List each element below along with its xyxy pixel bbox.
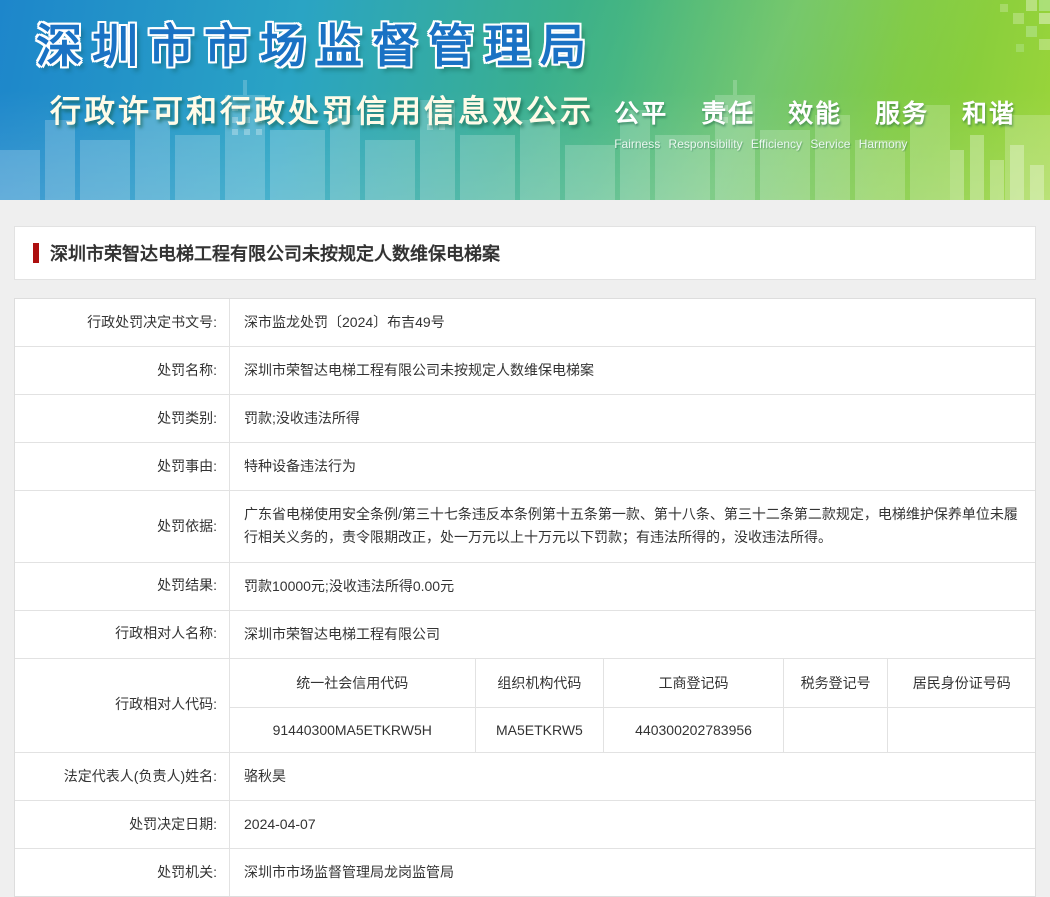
row-value: 骆秋昊 (230, 753, 1035, 800)
table-row: 行政处罚决定书文号: 深市监龙处罚〔2024〕布吉49号 (15, 299, 1035, 347)
subtable-value-cell: 440300202783956 (604, 708, 784, 752)
row-label: 处罚名称: (15, 347, 230, 394)
table-row: 处罚依据: 广东省电梯使用安全条例/第三十七条违反本条例第十五条第一款、第十八条… (15, 491, 1035, 562)
table-row: 行政相对人名称: 深圳市荣智达电梯工程有限公司 (15, 611, 1035, 659)
red-accent-bar (33, 243, 39, 263)
subtable-value-cell (784, 708, 889, 752)
row-label: 行政处罚决定书文号: (15, 299, 230, 346)
row-label: 处罚类别: (15, 395, 230, 442)
row-label: 处罚决定日期: (15, 801, 230, 848)
row-label: 法定代表人(负责人)姓名: (15, 753, 230, 800)
row-label: 处罚依据: (15, 491, 230, 561)
subtable-value-row: 91440300MA5ETKRW5H MA5ETKRW5 44030020278… (230, 708, 1035, 752)
row-value: 深圳市市场监督管理局龙岗监管局 (230, 849, 1035, 896)
row-label: 行政相对人代码: (15, 659, 230, 752)
penalty-info-table: 行政处罚决定书文号: 深市监龙处罚〔2024〕布吉49号 处罚名称: 深圳市荣智… (14, 298, 1036, 897)
row-value: 深圳市荣智达电梯工程有限公司 (230, 611, 1035, 658)
row-value: 罚款;没收违法所得 (230, 395, 1035, 442)
entity-code-subtable: 统一社会信用代码 组织机构代码 工商登记码 税务登记号 居民身份证号码 9144… (230, 659, 1035, 752)
agency-title: 深圳市市场监督管理局 (36, 10, 596, 76)
row-value: 2024-04-07 (230, 801, 1035, 848)
case-title-bar: 深圳市荣智达电梯工程有限公司未按规定人数维保电梯案 (14, 226, 1036, 280)
table-row: 处罚事由: 特种设备违法行为 (15, 443, 1035, 491)
subtable-value-cell: MA5ETKRW5 (476, 708, 605, 752)
banner-subtitle: 行政许可和行政处罚信用信息双公示 (50, 86, 594, 131)
row-label: 处罚结果: (15, 563, 230, 610)
row-value: 深市监龙处罚〔2024〕布吉49号 (230, 299, 1035, 346)
slogan-chinese: 公平 责任 效能 服务 和谐 (614, 94, 1016, 130)
subtable-value-cell: 91440300MA5ETKRW5H (230, 708, 476, 752)
row-label: 行政相对人名称: (15, 611, 230, 658)
subtable-header-cell: 工商登记码 (604, 659, 784, 707)
pixel-squares-decoration (930, 0, 1050, 70)
case-title: 深圳市荣智达电梯工程有限公司未按规定人数维保电梯案 (50, 240, 500, 266)
row-value: 特种设备违法行为 (230, 443, 1035, 490)
row-value: 罚款10000元;没收违法所得0.00元 (230, 563, 1035, 610)
slogan-english: Fairness Responsibility Efficiency Servi… (614, 137, 1016, 151)
slogan-block: 公平 责任 效能 服务 和谐 Fairness Responsibility E… (614, 94, 1016, 151)
subtable-header-cell: 税务登记号 (784, 659, 889, 707)
subtable-header-cell: 统一社会信用代码 (230, 659, 476, 707)
row-value: 广东省电梯使用安全条例/第三十七条违反本条例第十五条第一款、第十八条、第三十二条… (230, 491, 1035, 561)
subtable-header-row: 统一社会信用代码 组织机构代码 工商登记码 税务登记号 居民身份证号码 (230, 659, 1035, 708)
table-row: 处罚机关: 深圳市市场监督管理局龙岗监管局 (15, 849, 1035, 896)
table-row-entity-codes: 行政相对人代码: 统一社会信用代码 组织机构代码 工商登记码 税务登记号 居民身… (15, 659, 1035, 753)
table-row: 法定代表人(负责人)姓名: 骆秋昊 (15, 753, 1035, 801)
subtable-header-cell: 组织机构代码 (476, 659, 605, 707)
table-row: 处罚类别: 罚款;没收违法所得 (15, 395, 1035, 443)
subtable-value-cell (888, 708, 1035, 752)
row-label: 处罚事由: (15, 443, 230, 490)
site-banner: 深圳市市场监督管理局 行政许可和行政处罚信用信息双公示 公平 责任 效能 服务 … (0, 0, 1050, 200)
subtable-header-cell: 居民身份证号码 (888, 659, 1035, 707)
table-row: 处罚名称: 深圳市荣智达电梯工程有限公司未按规定人数维保电梯案 (15, 347, 1035, 395)
table-row: 处罚结果: 罚款10000元;没收违法所得0.00元 (15, 563, 1035, 611)
table-row: 处罚决定日期: 2024-04-07 (15, 801, 1035, 849)
row-label: 处罚机关: (15, 849, 230, 896)
row-value: 深圳市荣智达电梯工程有限公司未按规定人数维保电梯案 (230, 347, 1035, 394)
